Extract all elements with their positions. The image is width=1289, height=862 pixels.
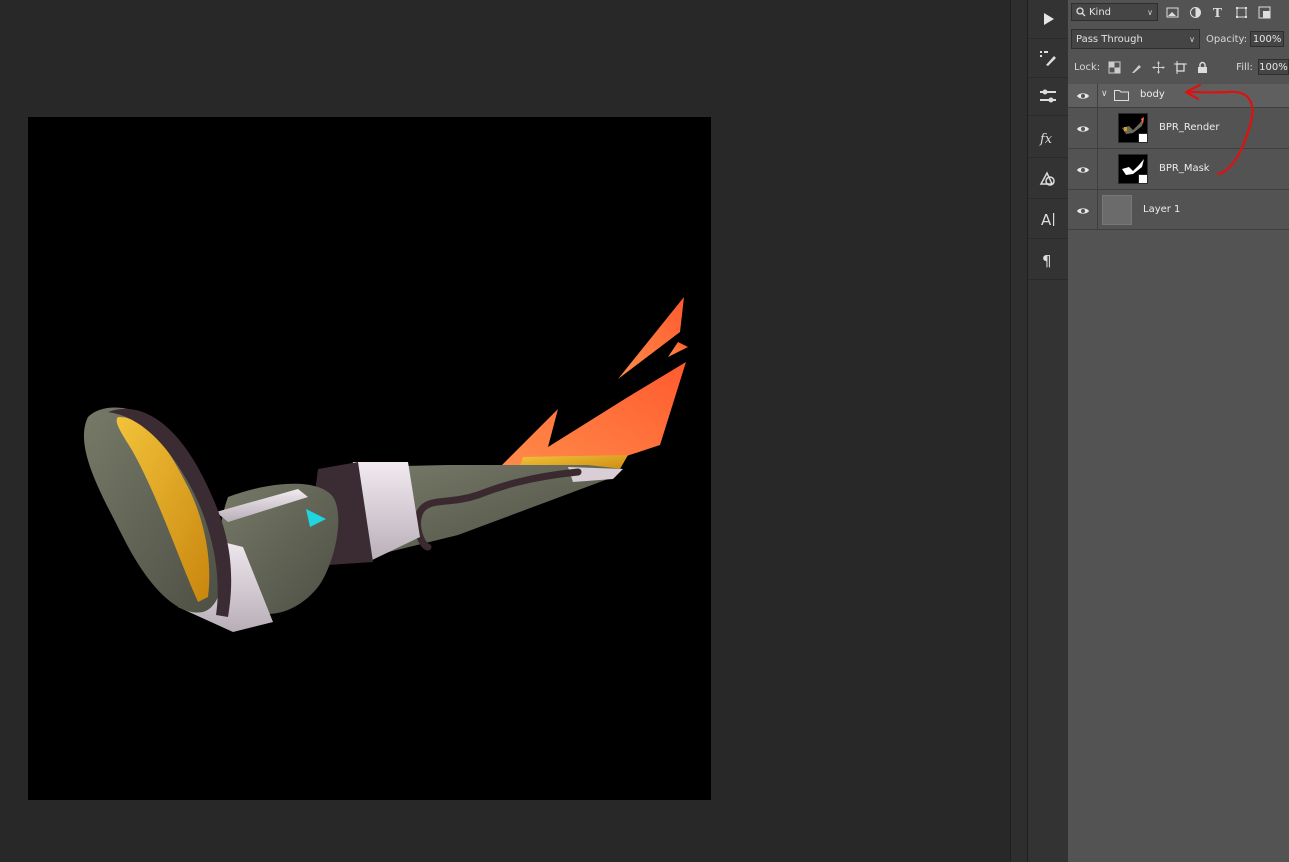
svg-text:¶: ¶ bbox=[1042, 252, 1052, 270]
eye-icon[interactable] bbox=[1076, 163, 1090, 177]
layer-name: body bbox=[1140, 89, 1165, 100]
svg-text:T: T bbox=[1213, 6, 1222, 19]
smart-object-badge-icon bbox=[1138, 174, 1147, 183]
lock-transparent-icon[interactable] bbox=[1106, 59, 1122, 75]
clone-source-icon[interactable] bbox=[1028, 160, 1068, 199]
filter-adjustment-icon[interactable] bbox=[1187, 4, 1203, 20]
play-icon[interactable] bbox=[1028, 0, 1068, 39]
blend-mode-select[interactable]: Pass Through ∨ bbox=[1071, 29, 1200, 49]
search-icon bbox=[1076, 7, 1086, 17]
paragraph-icon[interactable]: ¶ bbox=[1028, 241, 1068, 280]
render-image bbox=[83, 297, 688, 632]
layer-row-smart-object[interactable]: BPR_Mask bbox=[1068, 149, 1289, 190]
lock-artboard-icon[interactable] bbox=[1172, 59, 1188, 75]
svg-text:A: A bbox=[1041, 211, 1052, 229]
layer-name: BPR_Mask bbox=[1159, 163, 1210, 174]
layer-name: BPR_Render bbox=[1159, 122, 1220, 133]
chevron-down-icon[interactable]: ∨ bbox=[1101, 89, 1108, 99]
layer-row-smart-object[interactable]: BPR_Render bbox=[1068, 108, 1289, 149]
layer-row-group[interactable]: ∨ body bbox=[1068, 84, 1289, 108]
document-canvas[interactable] bbox=[28, 117, 711, 800]
lock-label: Lock: bbox=[1074, 61, 1101, 73]
opacity-input[interactable]: 100% bbox=[1250, 31, 1285, 47]
filter-pixel-icon[interactable] bbox=[1164, 4, 1180, 20]
layer-thumbnail bbox=[1118, 154, 1148, 184]
layer-filter-select[interactable]: Kind ∨ bbox=[1071, 3, 1158, 21]
layer-filter-value: Kind bbox=[1089, 6, 1112, 18]
filter-shape-icon[interactable] bbox=[1233, 4, 1249, 20]
layers-panel: Kind ∨ T Pass Through ∨ Opacity: 100% Lo bbox=[1068, 0, 1289, 862]
folder-icon bbox=[1114, 89, 1129, 104]
opacity-label: Opacity: bbox=[1206, 33, 1248, 45]
eye-icon[interactable] bbox=[1076, 122, 1090, 136]
layers-panel-controls: Kind ∨ T Pass Through ∨ Opacity: 100% Lo bbox=[1068, 0, 1289, 85]
lock-image-brush-icon[interactable] bbox=[1128, 59, 1144, 75]
chevron-down-icon: ∨ bbox=[1147, 7, 1153, 17]
chevron-down-icon: ∨ bbox=[1189, 34, 1195, 44]
character-icon[interactable]: A bbox=[1028, 200, 1068, 239]
document-workspace[interactable] bbox=[0, 0, 1010, 862]
layer-thumbnail bbox=[1118, 113, 1148, 143]
eye-icon[interactable] bbox=[1076, 89, 1090, 103]
panel-gutter bbox=[1010, 0, 1028, 862]
eye-icon[interactable] bbox=[1076, 204, 1090, 218]
layer-thumbnail bbox=[1102, 195, 1132, 225]
filter-type-icon[interactable]: T bbox=[1210, 4, 1226, 20]
fill-label: Fill: bbox=[1236, 61, 1253, 73]
panel-icon-strip: fx A ¶ bbox=[1027, 0, 1069, 862]
lock-position-move-icon[interactable] bbox=[1150, 59, 1166, 75]
layer-name: Layer 1 bbox=[1143, 204, 1181, 215]
brush-presets-icon[interactable] bbox=[1028, 38, 1068, 78]
blend-mode-value: Pass Through bbox=[1076, 33, 1143, 45]
layer-row-raster[interactable]: Layer 1 bbox=[1068, 190, 1289, 230]
lock-all-icon[interactable] bbox=[1194, 59, 1210, 75]
filter-smart-object-icon[interactable] bbox=[1256, 4, 1272, 20]
svg-text:fx: fx bbox=[1039, 132, 1053, 147]
fx-icon[interactable]: fx bbox=[1028, 119, 1068, 158]
smart-object-badge-icon bbox=[1138, 133, 1147, 142]
adjustments-icon[interactable] bbox=[1028, 77, 1068, 116]
fill-input[interactable]: 100% bbox=[1257, 59, 1289, 75]
